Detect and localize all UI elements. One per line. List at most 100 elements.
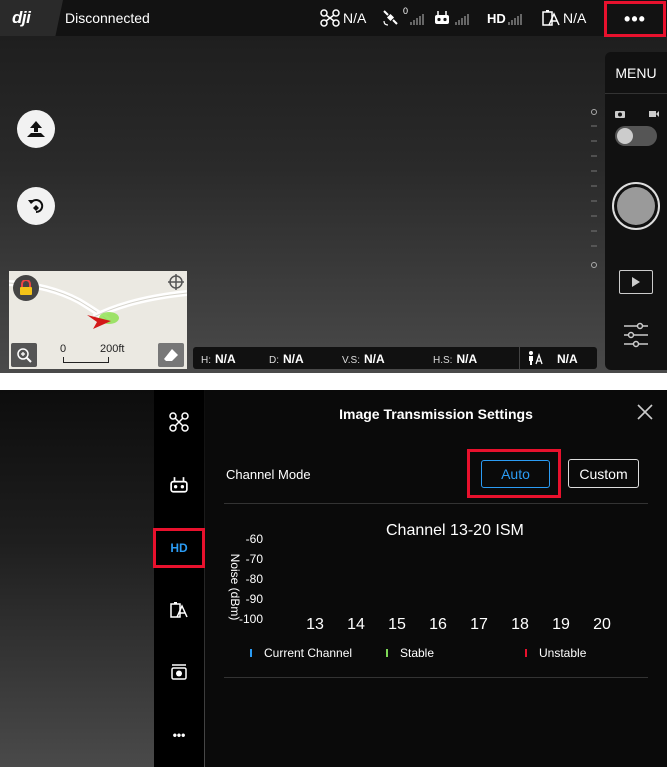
legend-label: Stable xyxy=(400,646,435,660)
pilot-distance-value: N/A xyxy=(557,352,578,366)
aircraft-value: N/A xyxy=(343,10,367,26)
height-readout: H: N/A xyxy=(201,352,236,366)
aircraft-status[interactable]: N/A xyxy=(320,8,366,28)
battery-status[interactable]: N/A xyxy=(542,8,586,28)
logo-area xyxy=(0,0,63,36)
horizontal-speed-readout: H.S: N/A xyxy=(433,352,477,366)
legend-label: Current Channel xyxy=(264,646,353,660)
toggle-knob xyxy=(617,128,633,144)
gps-signal-bars xyxy=(410,11,425,25)
height-value: N/A xyxy=(215,352,236,366)
more-icon: ••• xyxy=(624,9,646,29)
photo-icon xyxy=(615,111,625,118)
chart-x-tick: 20 xyxy=(593,616,611,633)
chart-y-tick: -80 xyxy=(245,572,263,586)
lock-icon xyxy=(20,280,32,295)
takeoff-icon xyxy=(27,121,45,137)
pilot-distance-icon xyxy=(529,351,543,365)
drone-icon xyxy=(169,412,189,432)
sidebar-item-aircraft[interactable] xyxy=(154,402,204,442)
telemetry-bar: H: N/A D: N/A V.S: N/A H.S: N/A N/A xyxy=(193,347,597,369)
gps-count: 0 xyxy=(403,6,409,16)
photo-video-icons xyxy=(615,110,659,118)
vertical-speed-value: N/A xyxy=(363,352,385,366)
image-transmission-panel: Image Transmission Settings Channel Mode… xyxy=(205,390,667,767)
settings-screen: HD ••• Image Transmission Settings Chann… xyxy=(0,390,667,767)
clear-flight-path-button[interactable] xyxy=(158,343,184,367)
sidebar-hd-label: HD xyxy=(170,541,188,555)
photo-video-toggle[interactable] xyxy=(615,126,657,146)
map-center-icon[interactable] xyxy=(167,273,185,291)
status-bar: dji Disconnected N/A 0 HD N/A ••• xyxy=(0,0,667,37)
auto-highlight: Auto xyxy=(467,449,561,498)
camera-control-panel: MENU xyxy=(605,52,667,370)
chart-x-tick: 13 xyxy=(306,616,324,633)
panel-title: Image Transmission Settings xyxy=(339,406,533,422)
divider xyxy=(224,677,648,678)
chart-x-tick: 18 xyxy=(511,616,529,633)
distance-value: N/A xyxy=(283,352,304,366)
connection-status[interactable]: Disconnected xyxy=(65,10,150,26)
shutter-button[interactable] xyxy=(612,182,660,230)
hd-signal-bars xyxy=(507,11,522,25)
chart-x-tick: 15 xyxy=(388,616,406,633)
sidebar-item-hd[interactable]: HD xyxy=(153,528,205,568)
legend-swatch xyxy=(525,649,527,657)
playback-button[interactable] xyxy=(619,270,653,294)
legend-swatch xyxy=(250,649,252,657)
battery-icon xyxy=(170,602,188,618)
sidebar-item-more[interactable]: ••• xyxy=(154,715,204,755)
eraser-icon xyxy=(164,349,178,361)
chart-x-tick: 14 xyxy=(347,616,365,633)
close-icon[interactable] xyxy=(635,402,655,422)
mini-map[interactable]: 0 200ft xyxy=(9,271,187,369)
chart-x-tick: 17 xyxy=(470,616,488,633)
takeoff-button[interactable] xyxy=(17,110,55,148)
sidebar-item-battery[interactable] xyxy=(154,590,204,630)
camera-menu-button[interactable]: MENU xyxy=(605,52,667,94)
return-home-button[interactable] xyxy=(17,187,55,225)
map-lock-button[interactable] xyxy=(13,275,39,301)
legend-current-channel: Current Channel xyxy=(250,646,352,660)
chart-title: Channel 13-20 ISM xyxy=(386,522,524,539)
telemetry-divider xyxy=(519,347,520,369)
horizontal-speed-value: N/A xyxy=(456,352,478,366)
sidebar-item-remote[interactable] xyxy=(154,465,204,505)
chart-y-tick: -70 xyxy=(245,552,263,566)
legend-stable: Stable xyxy=(386,646,434,660)
remote-signal[interactable] xyxy=(434,8,469,28)
horizontal-speed-label: H.S: xyxy=(433,355,453,366)
distance-label: D: xyxy=(269,355,279,366)
zoom-scale[interactable] xyxy=(588,108,600,270)
drone-icon xyxy=(320,9,340,27)
battery-icon xyxy=(542,10,560,26)
gimbal-camera-icon xyxy=(171,664,187,680)
map-scale-start: 0 xyxy=(60,343,67,355)
sidebar-item-gimbal[interactable] xyxy=(154,652,204,692)
divider xyxy=(224,503,648,504)
chart-x-tick: 19 xyxy=(552,616,570,633)
auto-button[interactable]: Auto xyxy=(481,460,550,488)
gps-status[interactable]: 0 xyxy=(382,6,425,28)
legend-unstable: Unstable xyxy=(525,646,586,660)
legend-label: Unstable xyxy=(539,646,587,660)
fpv-camera-view: dji Disconnected N/A 0 HD N/A ••• MENU 0… xyxy=(0,0,667,373)
vertical-speed-readout: V.S: N/A xyxy=(342,352,385,366)
chart-y-tick: -100 xyxy=(239,612,264,626)
battery-value: N/A xyxy=(563,10,587,26)
video-icon xyxy=(649,111,659,117)
hd-signal[interactable]: HD xyxy=(487,8,522,28)
return-home-icon xyxy=(28,199,44,214)
zoom-in-icon xyxy=(17,348,32,363)
map-zoom-button[interactable] xyxy=(11,343,37,367)
satellite-icon xyxy=(383,10,398,26)
camera-settings-icon[interactable] xyxy=(622,322,650,348)
height-label: H: xyxy=(201,355,211,366)
map-scale-end: 200ft xyxy=(100,343,125,355)
vertical-speed-label: V.S: xyxy=(342,355,360,366)
custom-button[interactable]: Custom xyxy=(568,459,639,488)
dji-logo: dji xyxy=(12,8,31,27)
more-options-button[interactable]: ••• xyxy=(604,1,666,37)
settings-sidebar: HD ••• xyxy=(153,390,205,767)
remote-controller-icon xyxy=(170,477,188,493)
